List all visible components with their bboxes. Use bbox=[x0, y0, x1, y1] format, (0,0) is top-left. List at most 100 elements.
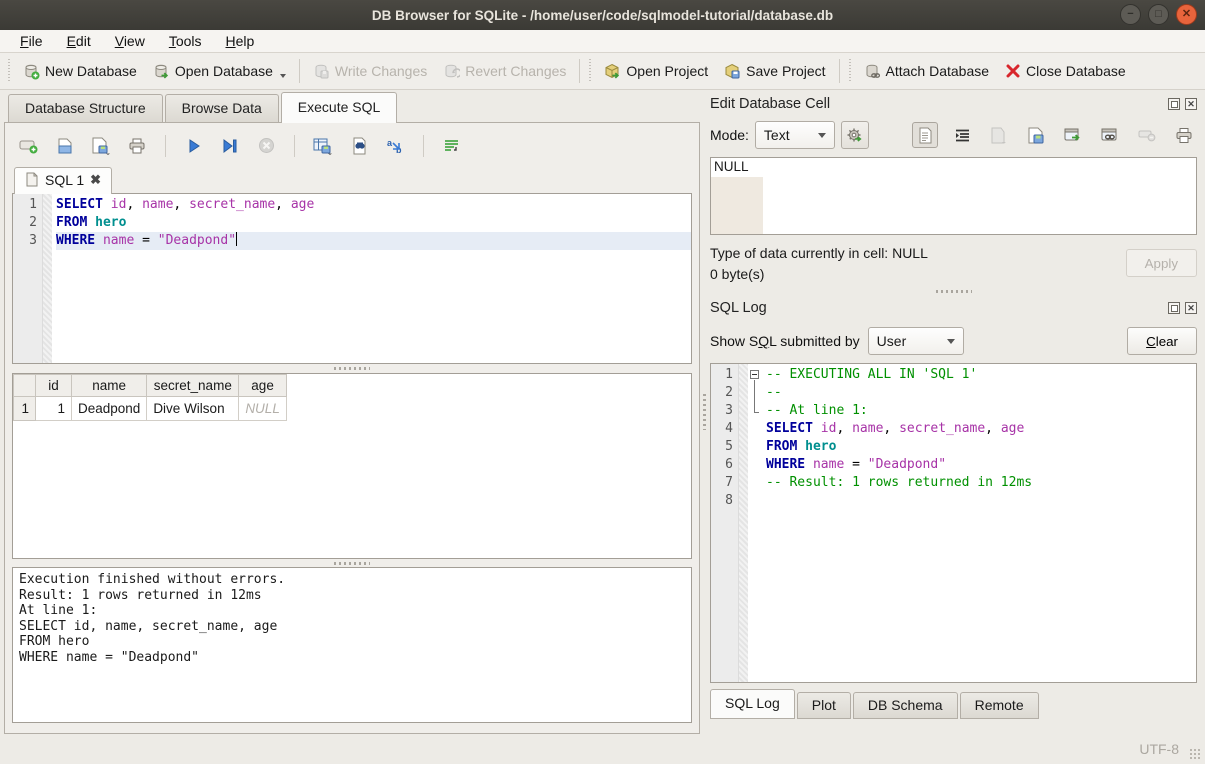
panel-splitter[interactable] bbox=[700, 90, 708, 734]
open-database-icon bbox=[153, 63, 170, 80]
open-project-icon bbox=[604, 63, 621, 80]
toolbar-separator bbox=[299, 59, 300, 83]
text-mode-button[interactable] bbox=[912, 122, 938, 148]
save-sql-file-button[interactable] bbox=[88, 133, 114, 159]
find-button[interactable] bbox=[346, 133, 372, 159]
new-database-button[interactable]: New Database bbox=[15, 59, 145, 84]
log-fold-column[interactable] bbox=[748, 364, 762, 682]
set-null-button[interactable] bbox=[1134, 122, 1160, 148]
encoding-indicator[interactable]: UTF-8 bbox=[1139, 741, 1179, 757]
dock-close-icon[interactable]: ✕ bbox=[1185, 98, 1197, 110]
tab-database-structure[interactable]: Database Structure bbox=[8, 94, 163, 122]
main-toolbar: New Database Open Database Write Changes… bbox=[0, 53, 1205, 90]
results-corner-header[interactable] bbox=[14, 375, 36, 397]
print-sql-button[interactable] bbox=[124, 133, 150, 159]
dock-float-icon[interactable] bbox=[1168, 302, 1180, 314]
tab-plot[interactable]: Plot bbox=[797, 692, 851, 719]
column-header-name[interactable]: name bbox=[72, 375, 147, 397]
execute-all-button[interactable] bbox=[181, 133, 207, 159]
attach-database-button[interactable]: Attach Database bbox=[856, 59, 998, 84]
cell-age[interactable]: NULL bbox=[239, 397, 287, 421]
toolbar-grip[interactable] bbox=[587, 59, 594, 83]
menu-tools[interactable]: Tools bbox=[159, 31, 212, 51]
results-grid[interactable]: id name secret_name age 1 1 Deadpond Div… bbox=[12, 373, 692, 558]
toolbar-grip[interactable] bbox=[6, 59, 13, 83]
toolbar-separator bbox=[839, 59, 840, 83]
auto-mode-button[interactable] bbox=[841, 121, 869, 149]
log-line: WHERE name = "Deadpond" bbox=[766, 456, 1196, 474]
open-database-button[interactable]: Open Database bbox=[145, 59, 294, 84]
fold-collapse-icon[interactable] bbox=[750, 370, 759, 379]
dock-close-icon[interactable]: ✕ bbox=[1185, 302, 1197, 314]
close-database-button[interactable]: Close Database bbox=[997, 59, 1134, 83]
cell-name[interactable]: Deadpond bbox=[72, 397, 147, 421]
close-tab-icon[interactable]: ✖ bbox=[90, 172, 101, 188]
tab-sql-log[interactable]: SQL Log bbox=[710, 689, 795, 719]
write-changes-button[interactable]: Write Changes bbox=[305, 59, 435, 84]
toolbar-separator bbox=[165, 135, 166, 157]
format-sql-button[interactable]: ab bbox=[382, 133, 408, 159]
open-database-caret-icon[interactable] bbox=[280, 74, 286, 78]
export-data-button[interactable] bbox=[1023, 122, 1049, 148]
execute-line-button[interactable] bbox=[217, 133, 243, 159]
editor-code-area[interactable]: SELECT id, name, secret_name, age FROM h… bbox=[52, 194, 691, 363]
main-content: Database Structure Browse Data Execute S… bbox=[0, 90, 1205, 734]
column-header-id[interactable]: id bbox=[36, 375, 72, 397]
results-message-splitter[interactable] bbox=[12, 559, 692, 568]
new-sql-tab-button[interactable] bbox=[16, 133, 42, 159]
menu-help[interactable]: Help bbox=[216, 31, 265, 51]
print-cell-button[interactable] bbox=[1171, 122, 1197, 148]
chevron-down-icon bbox=[947, 339, 955, 344]
maximize-button[interactable]: □ bbox=[1148, 4, 1169, 25]
open-sql-file-button[interactable] bbox=[52, 133, 78, 159]
tab-db-schema[interactable]: DB Schema bbox=[853, 692, 958, 719]
menu-file[interactable]: File bbox=[10, 31, 53, 51]
code-line: FROM hero bbox=[56, 214, 691, 232]
cell-secret-name[interactable]: Dive Wilson bbox=[147, 397, 239, 421]
cell-info: Type of data currently in cell: NULL 0 b… bbox=[710, 243, 1197, 285]
column-header-secret-name[interactable]: secret_name bbox=[147, 375, 239, 397]
word-wrap-button[interactable] bbox=[439, 133, 465, 159]
title-bar: DB Browser for SQLite - /home/user/code/… bbox=[0, 0, 1205, 30]
open-project-button[interactable]: Open Project bbox=[596, 59, 716, 84]
sql-log-dock-title: SQL Log ✕ bbox=[710, 297, 1197, 319]
sql-log-view[interactable]: 12 34 56 78 -- EXECUTING ALL IN 'SQL 1' … bbox=[710, 363, 1197, 683]
copy-link-button[interactable] bbox=[1097, 122, 1123, 148]
tab-browse-data[interactable]: Browse Data bbox=[165, 94, 279, 122]
cell-id[interactable]: 1 bbox=[36, 397, 72, 421]
cell-editor[interactable]: NULL bbox=[710, 157, 1197, 235]
results-header-row: id name secret_name age bbox=[14, 375, 287, 397]
menu-edit[interactable]: Edit bbox=[57, 31, 101, 51]
apply-button[interactable]: Apply bbox=[1126, 249, 1197, 277]
revert-changes-button[interactable]: Revert Changes bbox=[435, 59, 574, 84]
edit-cell-dock-title: Edit Database Cell ✕ bbox=[710, 93, 1197, 115]
dock-float-icon[interactable] bbox=[1168, 98, 1180, 110]
open-in-app-button[interactable] bbox=[1060, 122, 1086, 148]
dock-splitter[interactable] bbox=[710, 285, 1197, 297]
log-line-numbers: 12 34 56 78 bbox=[711, 364, 739, 682]
sql-1-tab[interactable]: SQL 1 ✖ bbox=[14, 167, 112, 194]
tab-remote[interactable]: Remote bbox=[960, 692, 1039, 719]
toolbar-separator bbox=[579, 59, 580, 83]
resize-grip[interactable] bbox=[1189, 748, 1201, 760]
clear-log-button[interactable]: Clear bbox=[1127, 327, 1197, 355]
import-data-button[interactable] bbox=[986, 122, 1012, 148]
stop-button[interactable] bbox=[253, 133, 279, 159]
save-project-button[interactable]: Save Project bbox=[716, 59, 833, 84]
log-line bbox=[766, 492, 1196, 510]
sql-editor[interactable]: 1 2 3 SELECT id, name, secret_name, age … bbox=[12, 193, 692, 364]
minimize-button[interactable]: − bbox=[1120, 4, 1141, 25]
word-wrap-cell-button[interactable] bbox=[949, 122, 975, 148]
import-icon bbox=[990, 127, 1008, 144]
close-button[interactable]: ✕ bbox=[1176, 4, 1197, 25]
toolbar-grip[interactable] bbox=[847, 59, 854, 83]
mode-combobox[interactable]: Text bbox=[755, 121, 835, 149]
cell-type-info: Type of data currently in cell: NULL bbox=[710, 243, 1126, 264]
save-results-button[interactable] bbox=[310, 133, 336, 159]
tab-execute-sql[interactable]: Execute SQL bbox=[281, 92, 398, 123]
log-filter-combobox[interactable]: User bbox=[868, 327, 964, 355]
menu-view[interactable]: View bbox=[105, 31, 155, 51]
column-header-age[interactable]: age bbox=[239, 375, 287, 397]
row-number-cell[interactable]: 1 bbox=[14, 397, 36, 421]
editor-results-splitter[interactable] bbox=[12, 364, 692, 373]
